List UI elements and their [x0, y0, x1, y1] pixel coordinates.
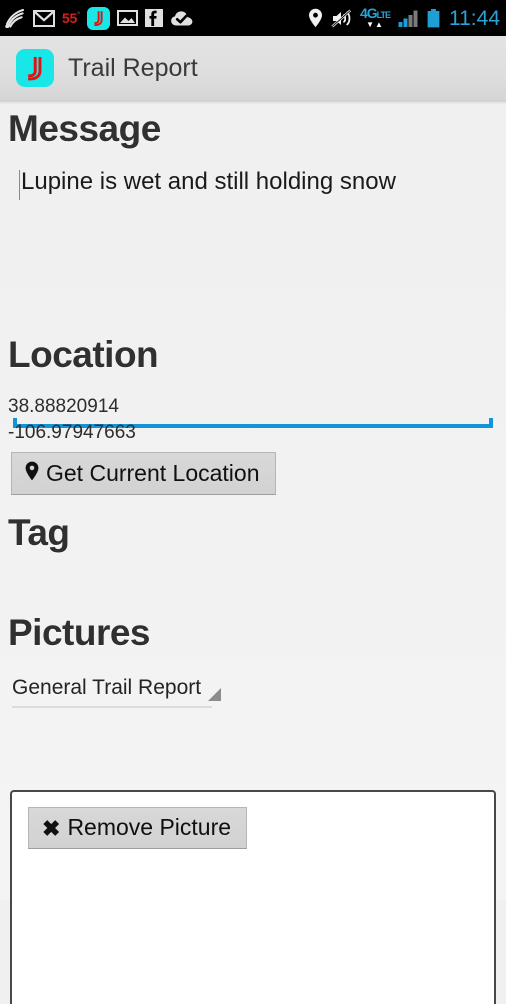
battery-icon — [427, 6, 440, 30]
degree-symbol: ° — [76, 10, 80, 20]
remove-picture-label: Remove Picture — [67, 814, 232, 840]
tag-selected-value: General Trail Report — [12, 676, 202, 699]
tag-heading: Tag — [8, 512, 70, 553]
status-bar-clock: 11:44 — [449, 6, 500, 30]
mute-icon — [331, 6, 352, 30]
app-screen: 55° 4GLTE ▼▲ 11:44 Trail Report Message … — [0, 0, 506, 1004]
chevron-down-icon — [208, 688, 221, 701]
message-input[interactable]: Lupine is wet and still holding snow — [13, 168, 493, 428]
temperature-indicator: 55° — [62, 11, 80, 25]
cloud-check-icon — [170, 6, 194, 30]
status-bar-right-icons: 4GLTE ▼▲ 11:44 — [308, 6, 500, 30]
app-bar: Trail Report — [0, 36, 506, 100]
map-pin-icon — [25, 461, 39, 485]
trail-report-app-icon — [16, 49, 54, 87]
x-icon: ✖ — [42, 815, 61, 841]
location-heading: Location — [8, 334, 159, 375]
pictures-heading: Pictures — [8, 612, 151, 653]
cell-signal-icon — [398, 6, 419, 30]
temperature-value: 55 — [62, 10, 77, 26]
latitude-value: 38.88820914 — [8, 396, 119, 417]
wifi-signal-icon — [4, 6, 26, 30]
network-4g-lte-icon: 4GLTE ▼▲ — [359, 4, 391, 29]
status-bar-left-icons: 55° — [4, 6, 194, 30]
gmail-icon — [33, 6, 55, 30]
network-lte-label: LTE — [376, 9, 391, 20]
trail-report-app-icon — [86, 6, 110, 30]
location-pin-icon — [308, 6, 323, 30]
get-current-location-label: Get Current Location — [46, 459, 260, 486]
text-caret — [19, 170, 20, 200]
longitude-value: -106.97947663 — [8, 422, 136, 443]
message-heading: Message — [8, 108, 161, 149]
network-type-label: 4G — [359, 4, 378, 21]
get-current-location-button[interactable]: Get Current Location — [11, 452, 276, 495]
app-title: Trail Report — [68, 53, 198, 82]
message-input-value: Lupine is wet and still holding snow — [21, 168, 396, 195]
status-bar: 55° 4GLTE ▼▲ 11:44 — [0, 0, 506, 36]
facebook-icon — [144, 6, 163, 30]
report-form: Message Lupine is wet and still holding … — [0, 104, 506, 1004]
tag-dropdown[interactable]: General Trail Report — [12, 676, 221, 708]
photo-icon — [116, 6, 138, 30]
network-traffic-arrows-icon: ▼▲ — [366, 19, 384, 29]
pictures-panel: ✖ Remove Picture — [10, 790, 496, 1004]
remove-picture-button[interactable]: ✖ Remove Picture — [28, 807, 248, 849]
